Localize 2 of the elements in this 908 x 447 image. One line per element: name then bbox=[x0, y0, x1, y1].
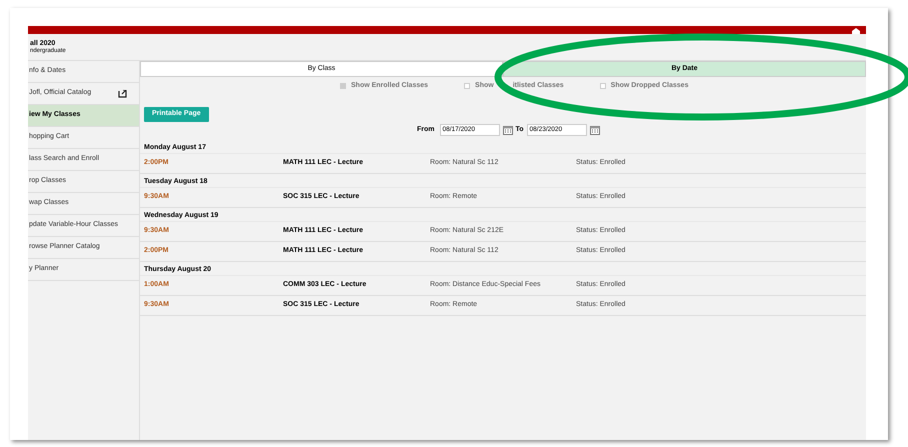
calendar-icon[interactable] bbox=[590, 125, 600, 135]
calendar-icon[interactable] bbox=[502, 125, 512, 135]
